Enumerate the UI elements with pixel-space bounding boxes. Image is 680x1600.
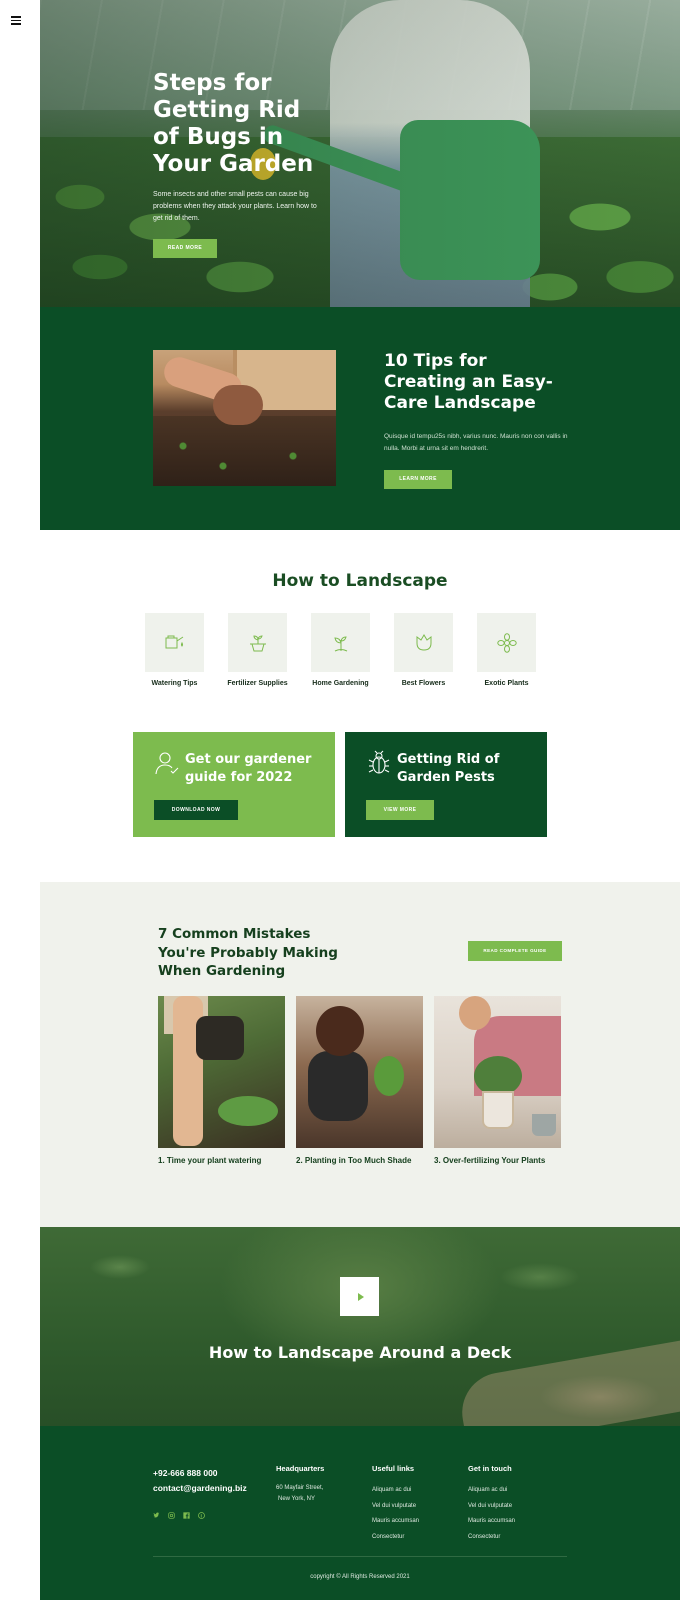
footer-link[interactable]: Aliquam ac dui [468, 1483, 515, 1499]
address-line: New York, NY [278, 1496, 316, 1502]
gardener-guide-card: Get our gardener guide for 2022 DOWNLOAD… [133, 732, 335, 837]
useful-links-column: Useful links Aliquam ac dui Vel dui vulp… [372, 1464, 419, 1545]
category-label: Fertilizer Supplies [227, 680, 288, 687]
hero-content: Steps for Getting Rid of Bugs in Your Ga… [153, 70, 333, 258]
main-content: Steps for Getting Rid of Bugs in Your Ga… [40, 0, 680, 1600]
garden-pests-card: Getting Rid of Garden Pests VIEW MORE [345, 732, 547, 837]
category-label: Best Flowers [401, 680, 446, 687]
category-watering-tips[interactable]: Watering Tips [145, 613, 204, 687]
copyright-text: copyright © All Rights Reserved 2021 [310, 1574, 410, 1580]
sidebar [0, 0, 40, 1600]
footer-link[interactable]: Vel dui vulputate [468, 1499, 515, 1515]
email-address[interactable]: contact@gardening.biz [153, 1481, 247, 1496]
pests-title: Getting Rid of Garden Pests [397, 752, 500, 785]
footer-link[interactable]: Consectetur [468, 1530, 515, 1546]
tips-content: 10 Tips for Creating an Easy-Care Landsc… [384, 351, 574, 489]
category-home-gardening[interactable]: Home Gardening [311, 613, 370, 687]
watering-plants-image [158, 996, 285, 1148]
headquarters-heading: Headquarters [276, 1464, 325, 1473]
card-label: 2. Planting in Too Much Shade [296, 1156, 412, 1165]
video-section: How to Landscape Around a Deck [40, 1227, 680, 1426]
pinterest-icon[interactable] [198, 1512, 205, 1519]
hero-title: Steps for Getting Rid of Bugs in Your Ga… [153, 70, 314, 177]
potted-plant-image [434, 996, 561, 1148]
hamburger-menu-icon[interactable] [11, 16, 21, 25]
facebook-icon[interactable] [183, 1512, 190, 1519]
tips-text: Quisque id tempu25s nibh, varius nunc. M… [384, 433, 568, 452]
read-more-button[interactable]: READ MORE [153, 239, 217, 258]
fertilizer-icon [249, 634, 266, 651]
footer-link[interactable]: Aliquam ac dui [372, 1483, 419, 1499]
bug-icon [368, 750, 390, 774]
gardener-icon [155, 752, 179, 775]
mistake-cards: 1. Time your plant watering 2. Planting … [158, 996, 561, 1165]
soil-hands-image [153, 350, 336, 486]
learn-more-button[interactable]: LEARN MORE [384, 470, 452, 489]
tulip-icon [416, 633, 431, 651]
tips-section: 10 Tips for Creating an Easy-Care Landsc… [40, 307, 680, 530]
watering-can-icon [165, 635, 183, 648]
how-to-landscape-section: How to Landscape Watering Tips Fertilize… [40, 530, 680, 882]
play-icon [357, 1292, 364, 1301]
footer-link[interactable]: Vel dui vulputate [372, 1499, 419, 1515]
footer-contact: +92-666 888 000 contact@gardening.biz [153, 1466, 247, 1519]
card-label: 1. Time your plant watering [158, 1156, 262, 1165]
instagram-icon[interactable] [168, 1512, 175, 1519]
get-in-touch-column: Get in touch Aliquam ac dui Vel dui vulp… [468, 1464, 515, 1545]
sprout-icon [333, 635, 347, 651]
planting-image [296, 996, 423, 1148]
footer-link[interactable]: Mauris accumsan [468, 1514, 515, 1530]
category-list: Watering Tips Fertilizer Supplies Home G… [145, 613, 536, 687]
social-links [153, 1512, 247, 1519]
twitter-icon[interactable] [153, 1512, 160, 1519]
mistakes-title: 7 Common Mistakes You're Probably Making… [158, 926, 338, 979]
view-more-button[interactable]: VIEW MORE [366, 800, 434, 820]
footer-link[interactable]: Mauris accumsan [372, 1514, 419, 1530]
category-exotic-plants[interactable]: Exotic Plants [477, 613, 536, 687]
category-label: Watering Tips [151, 680, 198, 687]
section-title: How to Landscape [272, 571, 448, 591]
mistake-card-fertilizing[interactable]: 3. Over-fertilizing Your Plants [434, 996, 561, 1165]
address-line: 60 Mayfair Street, [276, 1485, 324, 1491]
get-in-touch-heading: Get in touch [468, 1464, 512, 1473]
tips-title: 10 Tips for Creating an Easy-Care Landsc… [384, 351, 553, 413]
category-label: Exotic Plants [484, 680, 529, 687]
footer-link[interactable]: Consectetur [372, 1530, 419, 1546]
play-button[interactable] [340, 1277, 379, 1316]
flower-icon [496, 632, 517, 653]
guide-title: Get our gardener guide for 2022 [185, 752, 312, 785]
headquarters-column: Headquarters 60 Mayfair Street, New York… [276, 1464, 324, 1505]
phone-number[interactable]: +92-666 888 000 [153, 1466, 247, 1481]
useful-links-heading: Useful links [372, 1464, 415, 1473]
mistake-card-shade[interactable]: 2. Planting in Too Much Shade [296, 996, 423, 1165]
footer-divider [153, 1556, 567, 1557]
read-complete-guide-button[interactable]: READ COMPLETE GUIDE [468, 941, 562, 961]
download-now-button[interactable]: DOWNLOAD NOW [154, 800, 238, 820]
category-fertilizer-supplies[interactable]: Fertilizer Supplies [227, 613, 288, 687]
mistake-card-watering[interactable]: 1. Time your plant watering [158, 996, 285, 1165]
category-label: Home Gardening [312, 680, 369, 687]
footer: +92-666 888 000 contact@gardening.biz He… [40, 1426, 680, 1600]
hero-section: Steps for Getting Rid of Bugs in Your Ga… [40, 0, 680, 307]
category-best-flowers[interactable]: Best Flowers [394, 613, 453, 687]
hero-text: Some insects and other small pests can c… [153, 191, 317, 222]
mistakes-section: 7 Common Mistakes You're Probably Making… [40, 882, 680, 1227]
card-label: 3. Over-fertilizing Your Plants [434, 1156, 546, 1165]
video-title: How to Landscape Around a Deck [208, 1343, 512, 1362]
